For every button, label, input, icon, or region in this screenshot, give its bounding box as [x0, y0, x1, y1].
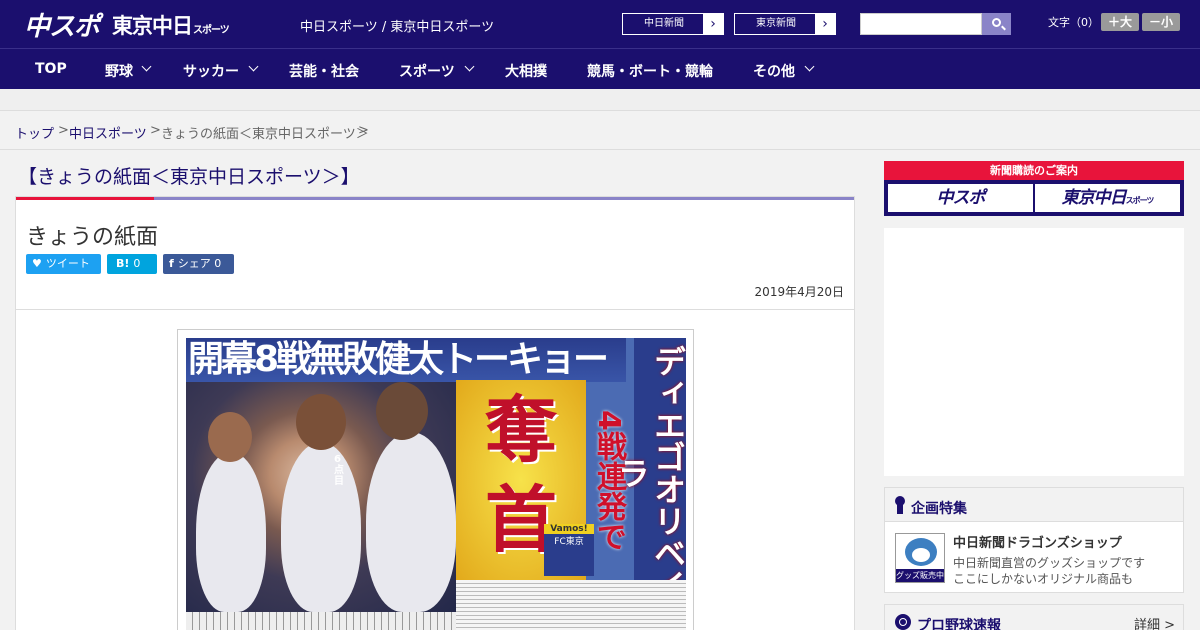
subscribe-tokyo-label: 東京中日 — [1061, 188, 1127, 208]
subscription-banner[interactable]: 新聞購読のご案内 中スポ 東京中日スポーツ — [884, 161, 1184, 216]
hatena-bookmark-button[interactable]: B! 0 — [107, 254, 157, 274]
nav-item-other[interactable]: その他 — [753, 61, 795, 81]
hatena-icon: B! — [116, 257, 130, 270]
subscribe-tokyo-button[interactable]: 東京中日スポーツ — [1035, 184, 1180, 212]
front-page-table — [186, 612, 456, 630]
breadcrumb-sep: > — [358, 123, 369, 138]
ad-strip — [0, 89, 1200, 111]
subscription-title: 新聞購読のご案内 — [884, 161, 1184, 180]
player-figure — [366, 432, 456, 612]
chevron-down-icon — [141, 61, 152, 72]
article-card: きょうの紙面 ♥ ツイート B! 0 f シェア 0 2019年4月20日 開幕8戦無… — [15, 196, 855, 630]
tokyo-logo-text: 東京中日 — [112, 14, 193, 38]
search-input[interactable] — [860, 13, 982, 35]
badge-bottom: FC東京 — [554, 537, 584, 547]
feature-panel-title: 企画特集 — [911, 501, 967, 517]
facebook-icon: f — [169, 257, 174, 270]
front-page-subheadline: 6点目 — [334, 454, 344, 487]
font-size-label: 文字（0） — [1048, 16, 1099, 29]
fb-label: シェア — [177, 257, 211, 270]
facebook-share-button[interactable]: f シェア 0 — [163, 254, 234, 274]
tweet-label: ツイート — [45, 257, 90, 270]
tokyo-shimbun-label: 東京新聞 — [756, 18, 796, 29]
dragons-shop-desc-2: ここにしかないオリジナル商品も — [953, 572, 1134, 586]
dragons-shop-desc-1: 中日新聞直営のグッズショップです — [953, 556, 1146, 570]
tokyo-shimbun-link[interactable]: 東京新聞 › — [734, 13, 836, 35]
search-button[interactable] — [982, 13, 1011, 35]
article-date: 2019年4月20日 — [754, 285, 844, 299]
baseball-icon — [895, 614, 911, 630]
front-page-image[interactable]: 開幕8戦無敗健太トーキョー 6点目 奪 首 4戦連発で ディエゴオリベイラ Va… — [177, 329, 694, 630]
nav-item-racing[interactable]: 競馬・ボート・競輪 — [587, 61, 713, 81]
badge-top: Vamos! — [544, 524, 594, 534]
player-head — [376, 382, 428, 440]
twitter-icon: ♥ — [32, 257, 42, 270]
breadcrumb: トップ > 中日スポーツ > きょうの紙面＜東京中日スポーツ＞ > — [0, 112, 1200, 150]
nav-item-top[interactable]: TOP — [35, 61, 67, 77]
player-head — [296, 394, 346, 450]
chunichi-shimbun-link[interactable]: 中日新聞 › — [622, 13, 724, 35]
chevron-down-icon — [464, 61, 475, 72]
dragons-shop-link[interactable]: 中日新聞ドラゴンズショップ — [953, 532, 1122, 551]
fb-count: 0 — [214, 257, 222, 270]
baseball-panel-header: プロ野球速報 詳細 > — [885, 605, 1183, 630]
front-page-photo — [186, 382, 456, 612]
sidebar-ad — [884, 228, 1184, 476]
breadcrumb-section[interactable]: 中日スポーツ — [69, 127, 147, 142]
article-divider — [16, 309, 854, 310]
nav-item-baseball[interactable]: 野球 — [105, 61, 133, 81]
nav-item-sports[interactable]: スポーツ — [399, 61, 455, 81]
tokyo-logo-small: スポーツ — [193, 25, 230, 36]
site-title: 中日スポーツ / 東京中日スポーツ — [300, 20, 495, 35]
chunichi-shimbun-label: 中日新聞 — [644, 18, 684, 29]
font-larger-button[interactable]: ＋大 — [1101, 13, 1139, 31]
tweet-button[interactable]: ♥ ツイート — [26, 254, 101, 274]
player-figure — [281, 442, 361, 612]
dragons-shop-thumbnail[interactable]: グッズ販売中 — [895, 533, 945, 583]
nav-item-soccer[interactable]: サッカー — [183, 61, 239, 81]
nav-item-sumo[interactable]: 大相撲 — [505, 61, 547, 81]
front-page: 開幕8戦無敗健太トーキョー 6点目 奪 首 4戦連発で ディエゴオリベイラ Va… — [186, 338, 686, 630]
player-figure — [196, 452, 266, 612]
site-header: 中スポ 東京中日スポーツ 中日スポーツ / 東京中日スポーツ 中日新聞 › 東京… — [0, 0, 1200, 48]
article-topline-accent — [16, 197, 154, 200]
fc-tokyo-badge: Vamos! FC東京 — [544, 524, 594, 576]
search-icon — [992, 18, 1001, 27]
breadcrumb-current: きょうの紙面＜東京中日スポーツ＞ — [161, 127, 369, 142]
page-heading: 【きょうの紙面＜東京中日スポーツ＞】 — [18, 166, 360, 188]
front-page-body-text — [456, 580, 686, 630]
breadcrumb-sep: > — [58, 123, 69, 138]
subscribe-chuspo-button[interactable]: 中スポ — [888, 184, 1033, 212]
chuspo-logo[interactable]: 中スポ — [24, 6, 100, 43]
breadcrumb-sep: > — [150, 123, 161, 138]
feature-panel: 企画特集 グッズ販売中 中日新聞ドラゴンズショップ 中日新聞直営のグッズショップ… — [884, 487, 1184, 593]
breadcrumb-home[interactable]: トップ — [15, 127, 54, 142]
feature-panel-header: 企画特集 — [885, 488, 1183, 522]
big-kanji-1: 奪 — [484, 388, 557, 472]
article-title: きょうの紙面 — [26, 225, 159, 250]
chevron-down-icon — [248, 61, 259, 72]
baseball-panel-title: プロ野球速報 — [917, 618, 1001, 630]
hatena-count: 0 — [133, 257, 141, 270]
font-smaller-button[interactable]: －小 — [1142, 13, 1180, 31]
ribbon-icon — [895, 496, 905, 514]
global-nav: TOP 野球 サッカー 芸能・社会 スポーツ 大相撲 競馬・ボート・競輪 その他 — [0, 48, 1200, 89]
chevron-right-icon: › — [815, 14, 835, 34]
front-page-headline: 開幕8戦無敗健太トーキョー — [186, 338, 626, 382]
thumb-label: グッズ販売中 — [896, 569, 944, 582]
baseball-detail-link[interactable]: 詳細 > — [1134, 614, 1175, 630]
subscribe-tokyo-small: スポーツ — [1125, 196, 1155, 205]
baseball-panel: プロ野球速報 詳細 > — [884, 604, 1184, 630]
nav-item-entertainment[interactable]: 芸能・社会 — [289, 61, 359, 81]
mascot-icon — [905, 538, 937, 566]
tokyo-chunichi-logo[interactable]: 東京中日スポーツ — [112, 10, 230, 40]
player-head — [208, 412, 252, 462]
article-topline — [16, 197, 854, 200]
chevron-right-icon: › — [703, 14, 723, 34]
chevron-down-icon — [804, 61, 815, 72]
front-page-vertical-1: ディエゴオリベイラ — [613, 338, 686, 608]
